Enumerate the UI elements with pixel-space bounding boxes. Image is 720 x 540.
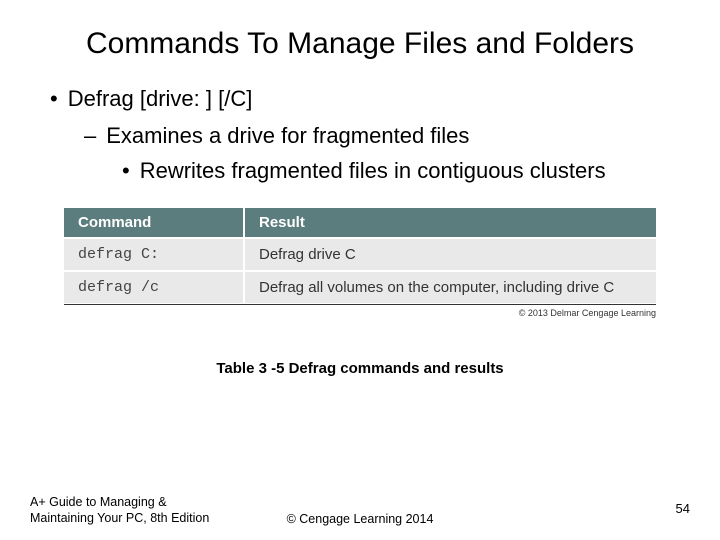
page-number: 54 bbox=[676, 501, 690, 526]
footer-book-line2: Maintaining Your PC, 8th Edition bbox=[30, 511, 209, 525]
table-caption: Table 3 -5 Defrag commands and results bbox=[30, 360, 690, 377]
command-table-wrap: Command Result defrag C: Defrag drive C … bbox=[64, 208, 656, 305]
slide-footer: A+ Guide to Managing & Maintaining Your … bbox=[30, 494, 690, 527]
bullet-dot-icon: • bbox=[50, 86, 58, 111]
slide: Commands To Manage Files and Folders • De… bbox=[0, 0, 720, 540]
bullet-level-1: • Defrag [drive: ] [/C] bbox=[40, 84, 690, 115]
footer-copyright: © Cengage Learning 2014 bbox=[287, 512, 434, 526]
table-header-row: Command Result bbox=[64, 208, 656, 238]
bullet-2-text: Examines a drive for fragmented files bbox=[106, 123, 469, 148]
cell-command: defrag C: bbox=[64, 238, 244, 271]
footer-book-line1: A+ Guide to Managing & bbox=[30, 495, 167, 509]
bullet-dot-icon: • bbox=[122, 158, 130, 183]
command-table: Command Result defrag C: Defrag drive C … bbox=[64, 208, 656, 303]
bullet-list: • Defrag [drive: ] [/C] –Examines a drive… bbox=[30, 84, 690, 186]
table-header-command: Command bbox=[64, 208, 244, 238]
table-header-result: Result bbox=[244, 208, 656, 238]
cell-command: defrag /c bbox=[64, 271, 244, 303]
bullet-1-text: Defrag [drive: ] [/C] bbox=[68, 86, 253, 111]
slide-title: Commands To Manage Files and Folders bbox=[30, 26, 690, 62]
bullet-level-3: • Rewrites fragmented files in contiguous… bbox=[40, 156, 690, 187]
cell-result: Defrag all volumes on the computer, incl… bbox=[244, 271, 656, 303]
table-rule bbox=[64, 304, 656, 305]
bullet-dash-icon: – bbox=[84, 123, 96, 148]
footer-book-title: A+ Guide to Managing & Maintaining Your … bbox=[30, 494, 209, 527]
table-row: defrag /c Defrag all volumes on the comp… bbox=[64, 271, 656, 303]
cell-result: Defrag drive C bbox=[244, 238, 656, 271]
table-copyright: © 2013 Delmar Cengage Learning bbox=[30, 308, 656, 318]
table-row: defrag C: Defrag drive C bbox=[64, 238, 656, 271]
bullet-level-2: –Examines a drive for fragmented files bbox=[40, 121, 690, 152]
bullet-3-text: Rewrites fragmented files in contiguous … bbox=[140, 158, 606, 183]
